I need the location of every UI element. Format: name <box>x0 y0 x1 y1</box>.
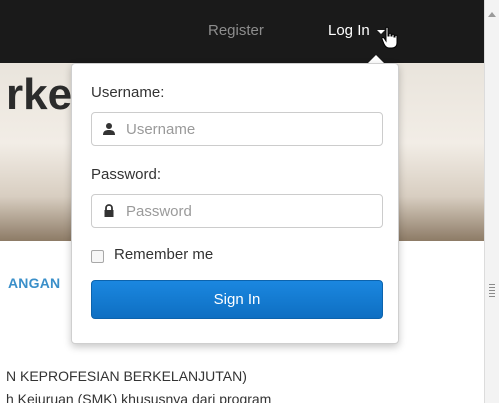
body-text-line: N KEPROFESIAN BERKELANJUTAN) <box>6 368 247 384</box>
hero-title: rke <box>6 70 73 119</box>
user-icon <box>103 123 115 135</box>
top-navbar: Register Log In <box>0 0 484 63</box>
register-link[interactable]: Register <box>208 22 264 39</box>
scrollbar[interactable] <box>484 0 499 403</box>
hand-pointer-icon <box>381 26 398 49</box>
username-label: Username: <box>91 84 165 101</box>
password-input[interactable] <box>126 195 376 227</box>
section-heading[interactable]: ANGAN <box>8 275 60 291</box>
dropdown-arrow <box>368 55 384 63</box>
password-label: Password: <box>91 166 162 183</box>
password-field-wrap[interactable] <box>91 194 383 228</box>
remember-me-label[interactable]: Remember me <box>114 246 213 263</box>
scroll-up-icon[interactable] <box>488 12 496 17</box>
login-link[interactable]: Log In <box>328 22 370 39</box>
lock-icon <box>104 204 114 217</box>
sign-in-button[interactable]: Sign In <box>91 280 383 319</box>
grip-handle-icon[interactable] <box>489 284 495 298</box>
body-text-line: h Kejuruan (SMK) khususnya dari program <box>6 391 272 403</box>
remember-me-checkbox[interactable] <box>91 250 104 263</box>
username-input[interactable] <box>126 113 376 145</box>
username-field-wrap[interactable] <box>91 112 383 146</box>
